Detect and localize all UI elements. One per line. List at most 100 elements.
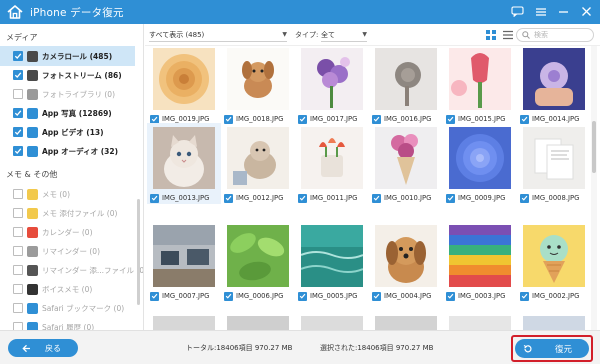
sidebar-media-item-checkbox[interactable]	[13, 51, 23, 61]
photo-thumbnail[interactable]	[375, 48, 437, 110]
photo-tile[interactable]: IMG_0004.JPG	[369, 225, 443, 302]
photo-tile-partial[interactable]	[517, 316, 590, 330]
filter-dropdown[interactable]: すべて表示 (485) ▼	[149, 28, 287, 42]
photo-tile-partial[interactable]	[147, 316, 221, 330]
photo-thumbnail[interactable]	[227, 225, 289, 287]
photo-checkbox[interactable]	[372, 291, 381, 301]
photo-thumbnail[interactable]	[227, 127, 289, 189]
photo-tile-partial[interactable]	[443, 316, 517, 330]
photo-tile[interactable]: IMG_0005.JPG	[295, 225, 369, 302]
photo-checkbox[interactable]	[520, 114, 529, 124]
photo-tile[interactable]: IMG_0014.JPG	[517, 48, 590, 125]
photo-checkbox[interactable]	[446, 193, 455, 203]
type-dropdown[interactable]: 全て ▼	[321, 28, 367, 42]
sidebar-media-item[interactable]: フォトストリーム (86)	[0, 65, 135, 85]
sidebar-media-item-checkbox[interactable]	[13, 146, 23, 156]
photo-thumbnail[interactable]	[449, 48, 511, 110]
sidebar-media-item[interactable]: App 写真 (12869)	[0, 103, 135, 123]
sidebar-media-item-checkbox[interactable]	[13, 89, 23, 99]
photo-thumbnail[interactable]	[153, 316, 215, 330]
photo-thumbnail[interactable]	[375, 225, 437, 287]
sidebar-memo-item[interactable]: リマインダー (0)	[0, 241, 135, 261]
photo-tile[interactable]: IMG_0012.JPG	[221, 127, 295, 204]
menu-icon[interactable]	[533, 4, 548, 19]
sidebar-memo-item[interactable]: リマインダー 添...ファイル (0)	[0, 260, 143, 280]
photo-thumbnail[interactable]	[375, 316, 437, 330]
sidebar-memo-item-checkbox[interactable]	[13, 208, 23, 218]
sidebar-memo-item[interactable]: カレンダー (0)	[0, 222, 135, 242]
photo-tile[interactable]: IMG_0002.JPG	[517, 225, 590, 302]
photo-thumbnail[interactable]	[301, 48, 363, 110]
photo-tile[interactable]: IMG_0007.JPG	[147, 225, 221, 302]
photo-checkbox[interactable]	[446, 114, 455, 124]
back-button[interactable]: 戻る	[8, 339, 78, 357]
sidebar-memo-item-checkbox[interactable]	[13, 189, 23, 199]
chat-icon[interactable]	[510, 4, 525, 19]
home-icon[interactable]	[6, 3, 24, 21]
photo-checkbox[interactable]	[520, 291, 529, 301]
sidebar-memo-item-checkbox[interactable]	[13, 246, 23, 256]
photo-thumbnail[interactable]	[227, 48, 289, 110]
photo-tile[interactable]: IMG_0018.JPG	[221, 48, 295, 125]
close-icon[interactable]	[579, 4, 594, 19]
sidebar-memo-item[interactable]: ボイスメモ (0)	[0, 279, 135, 299]
grid-scrollbar[interactable]	[591, 46, 597, 330]
photo-checkbox[interactable]	[150, 291, 159, 301]
photo-checkbox[interactable]	[224, 114, 233, 124]
photo-checkbox[interactable]	[372, 193, 381, 203]
photo-thumbnail[interactable]	[449, 225, 511, 287]
photo-tile[interactable]: IMG_0019.JPG	[147, 48, 221, 125]
photo-thumbnail[interactable]	[523, 225, 585, 287]
photo-tile[interactable]: IMG_0006.JPG	[221, 225, 295, 302]
photo-checkbox[interactable]	[520, 193, 529, 203]
sidebar-media-item-checkbox[interactable]	[13, 70, 23, 80]
photo-tile-partial[interactable]	[221, 316, 295, 330]
photo-thumbnail[interactable]	[375, 127, 437, 189]
photo-thumbnail[interactable]	[301, 127, 363, 189]
sidebar-media-item[interactable]: カメラロール (485)	[0, 46, 135, 66]
photo-thumbnail[interactable]	[153, 48, 215, 110]
sidebar-media-item-checkbox[interactable]	[13, 127, 23, 137]
photo-thumbnail[interactable]	[153, 225, 215, 287]
sidebar-memo-item[interactable]: メモ (0)	[0, 184, 135, 204]
photo-tile[interactable]: IMG_0016.JPG	[369, 48, 443, 125]
sidebar-scrollbar[interactable]	[137, 199, 140, 305]
restore-button[interactable]: 復元	[515, 339, 589, 358]
photo-tile[interactable]: IMG_0010.JPG	[369, 127, 443, 204]
sidebar-memo-item-checkbox[interactable]	[13, 284, 23, 294]
photo-checkbox[interactable]	[372, 114, 381, 124]
photo-checkbox[interactable]	[446, 291, 455, 301]
photo-tile[interactable]: IMG_0011.JPG	[295, 127, 369, 204]
photo-tile[interactable]: IMG_0015.JPG	[443, 48, 517, 125]
photo-thumbnail[interactable]	[449, 316, 511, 330]
sidebar-media-item[interactable]: App ビデオ (13)	[0, 122, 135, 142]
photo-tile[interactable]: IMG_0013.JPG	[147, 123, 221, 204]
photo-thumbnail[interactable]	[523, 316, 585, 330]
sidebar-memo-item-checkbox[interactable]	[13, 265, 23, 275]
photo-checkbox[interactable]	[150, 193, 159, 203]
photo-tile-partial[interactable]	[295, 316, 369, 330]
photo-thumbnail[interactable]	[301, 225, 363, 287]
search-input[interactable]	[534, 31, 584, 39]
photo-checkbox[interactable]	[298, 114, 307, 124]
minimize-icon[interactable]	[556, 4, 571, 19]
grid-scrollbar-thumb[interactable]	[592, 121, 596, 173]
photo-checkbox[interactable]	[224, 193, 233, 203]
photo-tile[interactable]: IMG_0008.JPG	[517, 127, 590, 204]
photo-thumbnail[interactable]	[153, 127, 215, 189]
grid-view-icon[interactable]	[485, 29, 497, 41]
photo-tile[interactable]: IMG_0009.JPG	[443, 127, 517, 204]
list-view-icon[interactable]	[502, 29, 514, 41]
sidebar-memo-item[interactable]: メモ 添付ファイル (0)	[0, 203, 135, 223]
sidebar-memo-item[interactable]: Safari 履歴 (0)	[0, 317, 135, 330]
sidebar-memo-item[interactable]: Safari ブックマーク (0)	[0, 298, 135, 318]
photo-checkbox[interactable]	[298, 291, 307, 301]
sidebar-media-item[interactable]: App オーディオ (32)	[0, 141, 135, 161]
photo-tile[interactable]: IMG_0017.JPG	[295, 48, 369, 125]
sidebar-memo-item-checkbox[interactable]	[13, 322, 23, 330]
photo-thumbnail[interactable]	[301, 316, 363, 330]
photo-checkbox[interactable]	[224, 291, 233, 301]
photo-tile[interactable]: IMG_0003.JPG	[443, 225, 517, 302]
photo-thumbnail[interactable]	[449, 127, 511, 189]
photo-thumbnail[interactable]	[227, 316, 289, 330]
